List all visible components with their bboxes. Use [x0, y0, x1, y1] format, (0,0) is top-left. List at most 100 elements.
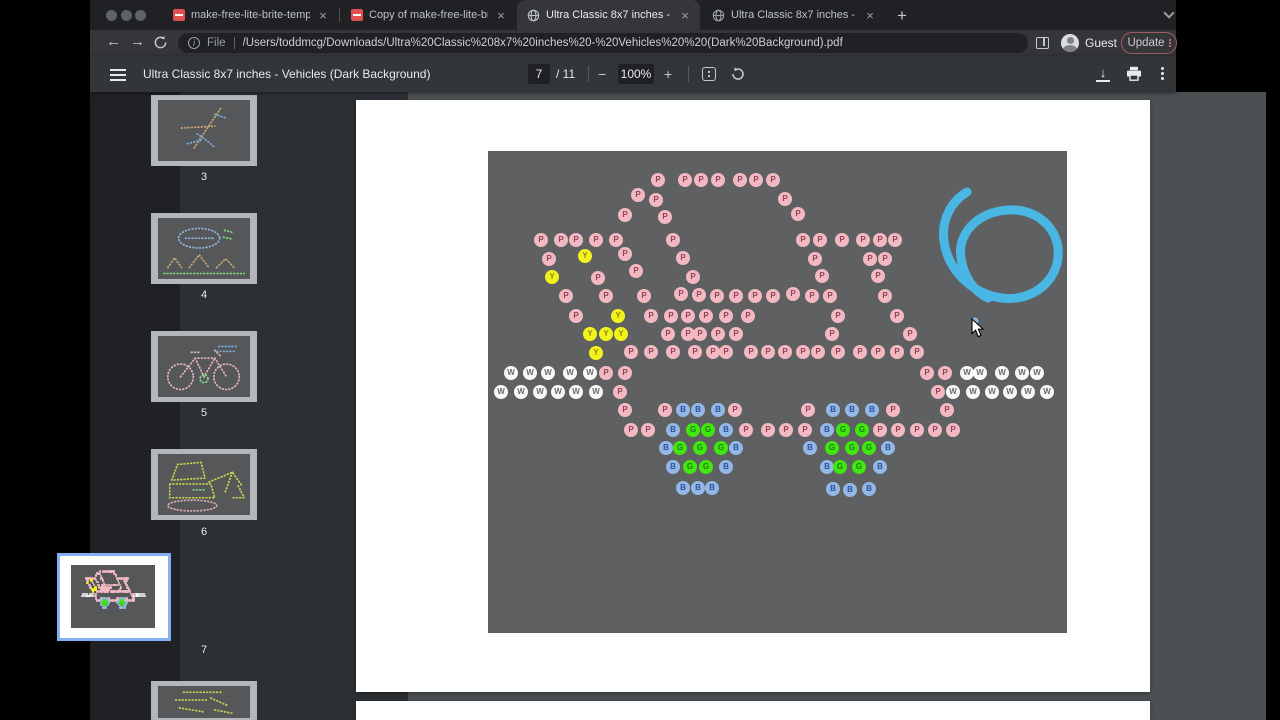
peg-P: P [931, 385, 945, 399]
peg-P: P [873, 233, 887, 247]
peg-P: P [681, 309, 695, 323]
peg-P: P [946, 423, 960, 437]
zoom-out-icon[interactable]: − [598, 66, 606, 82]
peg-P: P [813, 233, 827, 247]
peg-B: B [666, 423, 680, 437]
window-close-button[interactable] [106, 10, 117, 21]
update-button[interactable]: Update [1121, 32, 1177, 54]
peg-P: P [739, 423, 753, 437]
peg-P: P [815, 269, 829, 283]
page-number-input[interactable]: 7 [528, 64, 550, 84]
peg-P: P [624, 345, 638, 359]
url-field[interactable]: i File /Users/toddmcg/Downloads/Ultra%20… [178, 33, 1028, 53]
peg-P: P [779, 423, 793, 437]
peg-B: B [843, 483, 857, 497]
peg-P: P [749, 173, 763, 187]
peg-B: B [881, 441, 895, 455]
peg-P: P [641, 423, 655, 437]
peg-P: P [694, 173, 708, 187]
tab-4-close-icon[interactable]: × [863, 9, 877, 22]
peg-B: B [691, 481, 705, 495]
peg-P: P [871, 345, 885, 359]
peg-Y: Y [611, 309, 625, 323]
peg-B: B [826, 482, 840, 496]
peg-G: G [845, 441, 859, 455]
peg-B: B [865, 403, 879, 417]
peg-G: G [836, 423, 850, 437]
peg-P: P [823, 289, 837, 303]
peg-P: P [928, 423, 942, 437]
side-panel-icon[interactable] [1036, 37, 1049, 49]
peg-P: P [744, 345, 758, 359]
tab-1-close-icon[interactable]: × [316, 9, 330, 22]
tab-2[interactable]: Copy of make-free-lite-brite-te × [341, 0, 516, 30]
peg-P: P [711, 327, 725, 341]
chevron-down-icon[interactable] [1163, 7, 1174, 18]
drive-pdf-icon [173, 9, 185, 21]
url-divider [234, 37, 235, 49]
zoom-in-icon[interactable]: + [664, 66, 672, 82]
tab-1[interactable]: make-free-lite-brite-template × [163, 0, 338, 30]
new-tab-button[interactable]: + [897, 6, 907, 26]
fit-page-icon[interactable] [702, 67, 716, 81]
peg-B: B [862, 482, 876, 496]
thumbnail-page-6[interactable] [151, 449, 257, 520]
peg-W: W [514, 385, 528, 399]
peg-P: P [888, 233, 902, 247]
peg-P: P [569, 233, 583, 247]
peg-P: P [831, 345, 845, 359]
thumb-3-airplane-pattern [158, 100, 250, 161]
back-icon[interactable]: ← [106, 33, 121, 50]
thumbnail-page-5[interactable] [151, 331, 257, 402]
more-options-icon[interactable] [1161, 67, 1164, 82]
avatar[interactable] [1061, 34, 1079, 52]
peg-Y: Y [614, 327, 628, 341]
peg-P: P [891, 423, 905, 437]
peg-B: B [729, 441, 743, 455]
peg-G: G [693, 441, 707, 455]
url-text: /Users/toddmcg/Downloads/Ultra%20Classic… [243, 37, 843, 49]
peg-P: P [791, 207, 805, 221]
peg-P: P [719, 309, 733, 323]
menu-icon[interactable] [110, 69, 126, 84]
tab-4[interactable]: Ultra Classic 8x7 inches - Veh × [702, 0, 885, 30]
peg-P: P [706, 345, 720, 359]
peg-B: B [691, 403, 705, 417]
peg-B: B [676, 403, 690, 417]
peg-P: P [658, 210, 672, 224]
tab-2-close-icon[interactable]: × [494, 9, 508, 22]
peg-P: P [831, 309, 845, 323]
rotate-icon[interactable] [730, 66, 746, 82]
peg-P: P [569, 309, 583, 323]
peg-W: W [523, 366, 537, 380]
thumbnail-page-4[interactable] [151, 213, 257, 284]
peg-P: P [688, 345, 702, 359]
peg-P: P [711, 173, 725, 187]
tab-3-label: Ultra Classic 8x7 inches - Vehi [546, 9, 672, 21]
peg-P: P [766, 173, 780, 187]
peg-W: W [541, 366, 555, 380]
peg-P: P [729, 327, 743, 341]
peg-P: P [591, 271, 605, 285]
thumbnail-page-8[interactable] [151, 681, 257, 720]
print-icon[interactable] [1126, 66, 1142, 81]
peg-Y: Y [599, 327, 613, 341]
forward-icon[interactable]: → [130, 33, 145, 50]
peg-P: P [661, 327, 675, 341]
download-icon[interactable]: ↓ [1096, 65, 1110, 82]
tab-3-close-icon[interactable]: × [678, 9, 692, 22]
reload-icon[interactable] [153, 35, 168, 50]
window-minimize-button[interactable] [121, 10, 132, 21]
tab-strip: make-free-lite-brite-template × Copy of … [90, 0, 1176, 30]
tab-3-active[interactable]: Ultra Classic 8x7 inches - Vehi × [517, 0, 700, 30]
zoom-level[interactable]: 100% [618, 64, 654, 84]
peg-P: P [890, 309, 904, 323]
peg-P: P [710, 289, 724, 303]
window-zoom-button[interactable] [135, 10, 146, 21]
peg-B: B [719, 460, 733, 474]
thumbnail-page-7-selected[interactable] [57, 553, 171, 641]
peg-W: W [1030, 366, 1044, 380]
thumbnail-page-3[interactable] [151, 95, 257, 166]
peg-B: B [820, 423, 834, 437]
info-icon[interactable]: i [188, 37, 200, 49]
